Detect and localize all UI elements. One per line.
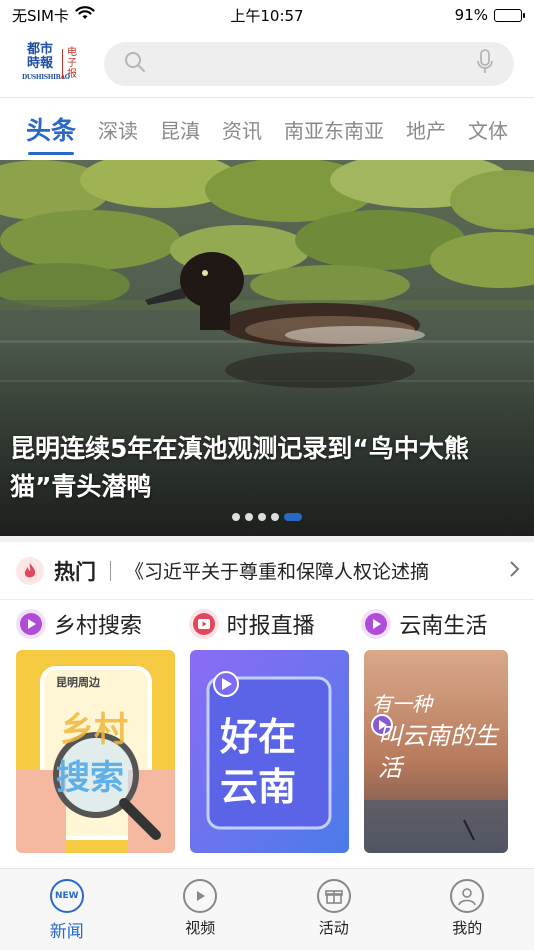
status-right: 91%: [454, 6, 525, 24]
carrier-label: 无SIM卡: [12, 6, 69, 25]
hot-divider: [110, 560, 111, 581]
flame-icon: [16, 556, 44, 585]
card-big-caption-2: 叫云南的生活: [378, 722, 498, 782]
status-bar: 无SIM卡 上午10:57 91%: [0, 0, 534, 30]
carousel-dot[interactable]: [258, 513, 266, 521]
hot-news-ticker[interactable]: 热门 《习近平关于尊重和保障人权论述摘: [0, 542, 534, 600]
card-good-yunnan[interactable]: 好在 云南: [190, 650, 349, 853]
nav-label: 新闻: [49, 922, 84, 942]
video-cards: 昆明周边 乡村 搜索 好在 云南 有一种 叫云南的生活: [16, 650, 520, 853]
card-yunnan-life[interactable]: 有一种 叫云南的生活: [364, 650, 508, 853]
news-icon: NEW: [49, 879, 84, 913]
app-logo[interactable]: 都市時報 DUSHISHIBAO 电子报: [22, 42, 86, 86]
app-header: 都市時報 DUSHISHIBAO 电子报: [0, 30, 534, 98]
carousel-indicator: [232, 513, 302, 521]
channel-rural-search[interactable]: 乡村搜索: [16, 604, 189, 644]
video-icon: [188, 609, 219, 639]
wifi-icon: [75, 5, 95, 25]
tab-culture-sports[interactable]: 文体: [468, 115, 508, 144]
carousel-dot-active[interactable]: [284, 513, 302, 521]
nav-activity[interactable]: 活动: [284, 879, 384, 950]
card-big-caption-1: 乡村: [60, 710, 128, 750]
logo-divider: [62, 48, 63, 79]
tab-headline[interactable]: 头条: [26, 111, 76, 155]
status-left: 无SIM卡: [12, 5, 95, 26]
card-small-caption: 昆明周边: [56, 676, 100, 689]
hero-headline[interactable]: 昆明连续5年在滇池观测记录到“鸟中大熊猫”青头潜鸭: [10, 430, 510, 506]
hero-carousel[interactable]: 昆明连续5年在滇池观测记录到“鸟中大熊猫”青头潜鸭: [0, 160, 534, 536]
video-play-icon: [183, 879, 218, 913]
nav-label: 视频: [185, 919, 216, 937]
play-icon: [16, 609, 46, 639]
card-big-caption-1: 好在: [220, 715, 297, 759]
logo-wordmark: 都市時報 DUSHISHIBAO: [22, 41, 70, 85]
play-icon: [361, 609, 392, 639]
tab-news[interactable]: 资讯: [222, 115, 262, 144]
tab-deep-read[interactable]: 深读: [98, 115, 138, 144]
logo-epaper-text: 电子报: [67, 47, 77, 80]
nav-news[interactable]: NEW 新闻: [17, 879, 117, 950]
logo-sub-text: DUSHISHIBAO: [22, 73, 70, 81]
tab-real-estate[interactable]: 地产: [406, 115, 446, 144]
tab-south-southeast-asia[interactable]: 南亚东南亚: [284, 115, 384, 144]
nav-label: 我的: [452, 919, 483, 937]
bottom-nav: NEW 新闻 视频 活动 我的: [0, 868, 534, 950]
channel-label: 云南生活: [399, 614, 488, 639]
tab-kunming-yunnan[interactable]: 昆滇: [160, 115, 200, 144]
search-input[interactable]: [156, 54, 476, 73]
card-big-caption-1: 有一种: [372, 692, 432, 716]
battery-icon: [494, 8, 525, 22]
battery-percent: 91%: [454, 6, 488, 24]
channel-yunnan-life[interactable]: 云南生活: [361, 604, 534, 644]
card-rural-search[interactable]: 昆明周边 乡村 搜索: [16, 650, 175, 853]
news-icon-text: NEW: [54, 891, 79, 901]
microphone-icon[interactable]: [476, 48, 494, 79]
carousel-dot[interactable]: [232, 513, 240, 521]
card-big-caption-2: 搜索: [56, 758, 124, 798]
carousel-dot[interactable]: [271, 513, 279, 521]
category-tabs: 头条 深读 昆滇 资讯 南亚东南亚 地产 文体: [0, 99, 534, 159]
search-icon: [124, 51, 146, 77]
carousel-dot[interactable]: [245, 513, 253, 521]
nav-video[interactable]: 视频: [150, 879, 250, 950]
chevron-right-icon[interactable]: [508, 559, 520, 583]
gift-icon: [316, 879, 351, 913]
channel-row: 乡村搜索 时报直播 云南生活: [0, 604, 534, 644]
channel-live[interactable]: 时报直播: [188, 604, 362, 644]
search-bar[interactable]: [104, 41, 514, 86]
nav-profile[interactable]: 我的: [417, 879, 517, 950]
user-icon: [450, 879, 485, 913]
nav-label: 活动: [318, 919, 349, 937]
card-big-caption-2: 云南: [220, 765, 297, 809]
channel-label: 时报直播: [226, 614, 315, 639]
hot-headline[interactable]: 《习近平关于尊重和保障人权论述摘: [125, 557, 498, 584]
hot-label: 热门: [54, 559, 96, 584]
logo-main-text: 都市時報: [26, 41, 53, 71]
channel-label: 乡村搜索: [54, 614, 143, 639]
